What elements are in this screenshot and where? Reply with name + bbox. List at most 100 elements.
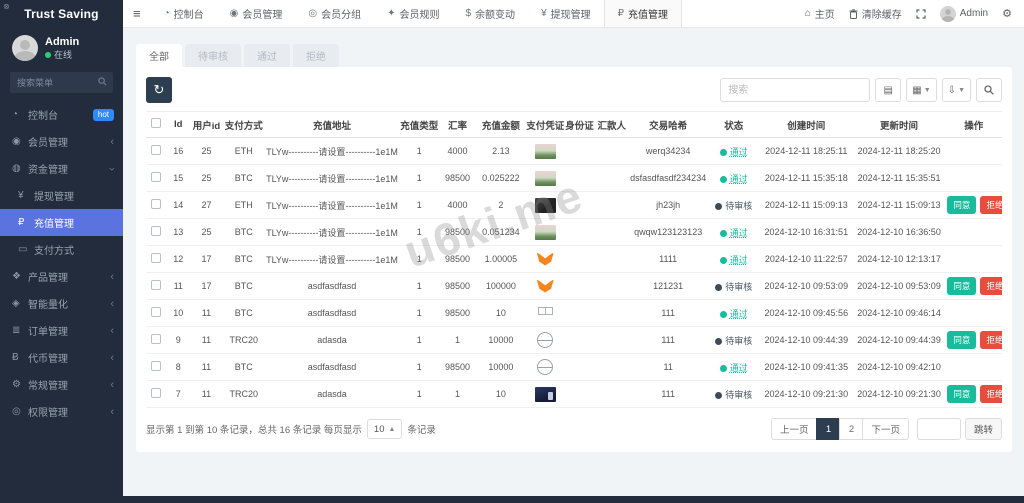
cell-voucher <box>526 165 564 192</box>
gear-icon[interactable]: ⚙ <box>1002 7 1012 20</box>
sidebar-item-orders[interactable]: ≣订单管理‹ <box>0 317 123 344</box>
sidebar-item-general[interactable]: ⚙常规管理‹ <box>0 371 123 398</box>
cell-id: 10 <box>166 300 190 327</box>
cell-id: 13 <box>166 219 190 246</box>
approve-button[interactable]: 同意 <box>947 196 976 214</box>
per-page-select[interactable]: 10▲ <box>367 419 403 439</box>
reject-button[interactable]: 拒绝 <box>980 385 1002 403</box>
approve-button[interactable]: 同意 <box>947 385 976 403</box>
row-checkbox[interactable] <box>151 334 161 344</box>
voucher-fox-thumb[interactable] <box>535 279 556 294</box>
page-button-2[interactable]: 2 <box>839 418 863 440</box>
topnav-item-member-rules[interactable]: ✦会员规则 <box>374 0 452 27</box>
topnav-item-recharge[interactable]: ₽充值管理 <box>604 0 682 27</box>
home-link[interactable]: ⌂主页 <box>805 6 835 21</box>
toggle-view-button[interactable]: ▤ <box>875 78 901 102</box>
cell-rate: 98500 <box>439 219 475 246</box>
power-icon[interactable]: ⊗ <box>3 2 10 11</box>
cell-rate: 98500 <box>439 273 475 300</box>
jump-button[interactable]: 跳转 <box>965 418 1002 440</box>
tab-all[interactable]: 全部 <box>136 44 182 67</box>
reject-button[interactable]: 拒绝 <box>980 277 1002 295</box>
topbar-user[interactable]: Admin <box>940 6 988 22</box>
cell-hash: 11 <box>629 354 708 381</box>
avatar[interactable] <box>12 35 38 61</box>
sidebar-item-quant[interactable]: ◈智能量化‹ <box>0 290 123 317</box>
diamond-icon: ◈ <box>12 298 28 309</box>
status-badge[interactable]: 通过 <box>720 174 748 184</box>
cell-updated: 2024-12-10 12:13:17 <box>853 246 946 273</box>
row-checkbox[interactable] <box>151 172 161 182</box>
sidebar-item-tokens[interactable]: Ƀ代币管理‹ <box>0 344 123 371</box>
prev-page-button[interactable]: 上一页 <box>771 418 818 440</box>
clear-cache-link[interactable]: 清除缓存 <box>849 6 902 21</box>
tab-approved[interactable]: 通过 <box>244 44 290 67</box>
row-checkbox[interactable] <box>151 199 161 209</box>
row-checkbox[interactable] <box>151 388 161 398</box>
voucher-dark-thumb[interactable] <box>535 198 556 213</box>
sidebar-item-dashboard[interactable]: ◔控制台hot <box>0 101 123 128</box>
topnav-item-withdraw[interactable]: ¥提现管理 <box>528 0 604 27</box>
sidebar-item-permissions[interactable]: ◎权限管理‹ <box>0 398 123 425</box>
status-badge[interactable]: 通过 <box>720 228 748 238</box>
search-icon[interactable] <box>98 77 107 86</box>
row-checkbox[interactable] <box>151 145 161 155</box>
sidebar-item-withdraw[interactable]: ¥提现管理 <box>0 182 123 209</box>
search-button[interactable] <box>976 78 1002 102</box>
status-badge: 待审核 <box>715 390 752 400</box>
topnav-item-balance-changes[interactable]: $余额变动 <box>453 0 529 27</box>
cell-remitter <box>595 273 629 300</box>
row-checkbox[interactable] <box>151 280 161 290</box>
cell-remitter <box>595 327 629 354</box>
status-badge[interactable]: 通过 <box>720 255 748 265</box>
ruble-icon: ₽ <box>18 217 34 228</box>
voucher-globe-thumb[interactable] <box>537 359 553 375</box>
row-checkbox[interactable] <box>151 307 161 317</box>
fullscreen-icon[interactable] <box>916 9 926 19</box>
sidebar-item-payment[interactable]: ▭支付方式 <box>0 236 123 263</box>
hamburger-icon[interactable]: ≡ <box>123 6 151 21</box>
approve-button[interactable]: 同意 <box>947 277 976 295</box>
cell-id: 12 <box>166 246 190 273</box>
topnav-item-members[interactable]: ◉会员管理 <box>217 0 296 27</box>
next-page-button[interactable]: 下一页 <box>862 418 909 440</box>
status-badge[interactable]: 通过 <box>720 147 748 157</box>
tab-pending[interactable]: 待审核 <box>185 44 241 67</box>
voucher-photo-thumb[interactable] <box>535 144 556 159</box>
refresh-button[interactable]: ↻ <box>146 77 172 103</box>
columns-button[interactable]: ▦▼ <box>906 78 936 102</box>
select-all-checkbox[interactable] <box>151 118 161 128</box>
page-button-1[interactable]: 1 <box>816 418 840 440</box>
sidebar-item-funds[interactable]: ◍资金管理‹ <box>0 155 123 182</box>
table-search-input[interactable] <box>720 78 870 102</box>
table-row: 1011BTCasdfasdfasd19850010111通过2024-12-1… <box>146 300 1002 327</box>
column-header: Id <box>166 112 190 138</box>
row-checkbox[interactable] <box>151 361 161 371</box>
sidebar-item-recharge[interactable]: ₽充值管理 <box>0 209 123 236</box>
approve-button[interactable]: 同意 <box>947 331 976 349</box>
row-checkbox[interactable] <box>151 253 161 263</box>
cell-actions <box>945 165 1002 192</box>
status-badge: 待审核 <box>715 282 752 292</box>
topnav-item-member-groups[interactable]: ◎会员分组 <box>295 0 374 27</box>
row-checkbox[interactable] <box>151 226 161 236</box>
voucher-darkblue-thumb[interactable] <box>535 387 556 402</box>
voucher-fox-thumb[interactable] <box>535 252 556 267</box>
sidebar-item-products[interactable]: ❖产品管理‹ <box>0 263 123 290</box>
topnav-item-dashboard[interactable]: ◔控制台 <box>151 0 217 27</box>
voucher-photo-thumb[interactable] <box>535 225 556 240</box>
jump-page-input[interactable] <box>917 418 961 440</box>
cell-id: 9 <box>166 327 190 354</box>
export-button[interactable]: ⇩▼ <box>942 78 971 102</box>
voucher-photo-thumb[interactable] <box>535 171 556 186</box>
sidebar-item-members[interactable]: ◉会员管理‹ <box>0 128 123 155</box>
cell-address: adasda <box>265 327 399 354</box>
status-badge[interactable]: 通过 <box>720 363 748 373</box>
voucher-globe-thumb[interactable] <box>537 332 553 348</box>
voucher-qr-thumb[interactable] <box>535 306 556 321</box>
tab-rejected[interactable]: 拒绝 <box>293 44 339 67</box>
reject-button[interactable]: 拒绝 <box>980 196 1002 214</box>
recharge-table: Id用户id支付方式充值地址充值类型汇率充值金额支付凭证身份证汇款人交易哈希状态… <box>146 111 1002 408</box>
reject-button[interactable]: 拒绝 <box>980 331 1002 349</box>
status-badge[interactable]: 通过 <box>720 309 748 319</box>
